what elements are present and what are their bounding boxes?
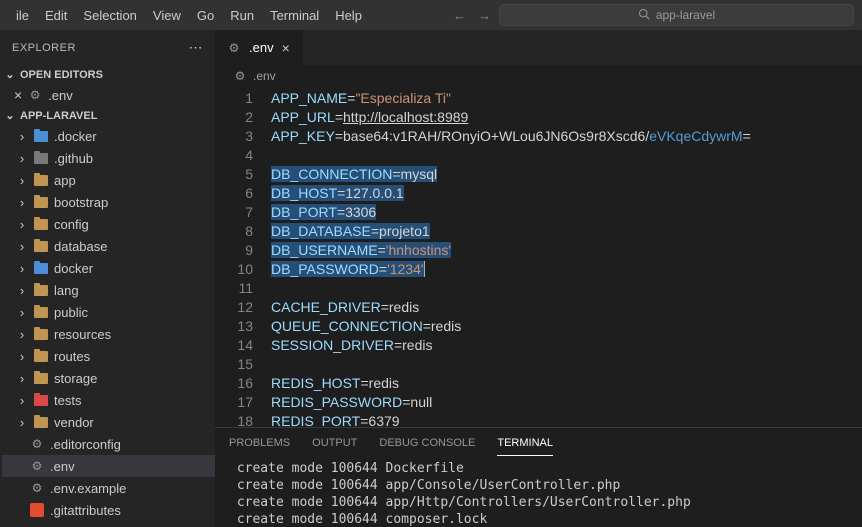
chevron-right-icon: › [16,261,28,276]
panel-tab[interactable]: PROBLEMS [229,431,290,455]
tree-folder[interactable]: ›docker [2,257,215,279]
command-center[interactable]: app-laravel [499,4,854,26]
git-icon [30,503,44,517]
chevron-right-icon: › [16,151,28,166]
chevron-right-icon: › [16,305,28,320]
tree-file[interactable]: ⚙.editorconfig [2,433,215,455]
workspace-section[interactable]: ⌄ APP-LARAVEL [0,106,215,125]
folder-icon [34,395,48,406]
nav-arrows: ← → [453,8,491,23]
search-icon [638,8,650,23]
folder-icon [34,285,48,296]
close-icon[interactable]: × [282,40,290,56]
gear-icon: ⚙ [28,88,42,102]
chevron-right-icon: › [16,217,28,232]
folder-icon [34,131,48,142]
gear-icon: ⚙ [227,41,241,55]
open-editor-item[interactable]: × ⚙ .env [0,84,215,106]
folder-icon [34,263,48,274]
editor-tabbar: ⚙ .env × [215,30,862,65]
menu-item[interactable]: Selection [75,0,144,30]
tree-folder[interactable]: ›tests [2,389,215,411]
bottom-panel: PROBLEMS OUTPUT DEBUG CONSOLE TERMINAL crea… [215,427,862,527]
gear-icon: ⚙ [30,481,44,495]
folder-icon [34,329,48,340]
explorer-title: EXPLORER [12,42,76,54]
tree-folder[interactable]: ›.docker [2,125,215,147]
tree-folder[interactable]: ›routes [2,345,215,367]
chevron-down-icon: ⌄ [4,68,16,81]
search-text: app-laravel [656,8,715,22]
folder-icon [34,241,48,252]
panel-tab[interactable]: TERMINAL [497,431,553,456]
tree-file[interactable]: ⚙.env [2,455,215,477]
folder-icon [34,417,48,428]
chevron-right-icon: › [16,371,28,386]
tree-folder[interactable]: ›lang [2,279,215,301]
open-editors-section[interactable]: ⌄ OPEN EDITORS [0,65,215,84]
tree-folder[interactable]: ›database [2,235,215,257]
menu-item[interactable]: Terminal [262,0,327,30]
nav-forward-icon[interactable]: → [478,8,491,23]
tree-folder[interactable]: ›public [2,301,215,323]
chevron-right-icon: › [16,393,28,408]
more-icon[interactable]: ⋯ [189,39,204,56]
tree-folder[interactable]: ›storage [2,367,215,389]
tree-folder[interactable]: ›.github [2,147,215,169]
panel-tab[interactable]: DEBUG CONSOLE [379,431,475,455]
tree-file[interactable]: ⚙.env.example [2,477,215,499]
sidebar: EXPLORER ⋯ ⌄ OPEN EDITORS × ⚙ .env ⌄ APP… [0,30,215,527]
chevron-right-icon: › [16,415,28,430]
folder-icon [34,175,48,186]
gear-icon: ⚙ [233,69,247,83]
chevron-down-icon: ⌄ [4,109,16,122]
menu-item[interactable]: ile [8,0,37,30]
folder-icon [34,197,48,208]
code-editor[interactable]: 123456789101112131415161718 APP_NAME="Es… [215,87,862,427]
close-icon[interactable]: × [14,87,22,103]
menu-item[interactable]: View [145,0,189,30]
tree-folder[interactable]: ›config [2,213,215,235]
menu-item[interactable]: Edit [37,0,75,30]
gear-icon: ⚙ [30,459,44,473]
chevron-right-icon: › [16,129,28,144]
menu-item[interactable]: Go [189,0,222,30]
tree-folder[interactable]: ›app [2,169,215,191]
chevron-right-icon: › [16,195,28,210]
folder-icon [34,373,48,384]
menubar: ileEditSelectionViewGoRunTerminalHelp ← … [0,0,862,30]
breadcrumb[interactable]: ⚙ .env [215,65,862,87]
menu-item[interactable]: Run [222,0,262,30]
menu-item[interactable]: Help [327,0,370,30]
tab-env[interactable]: ⚙ .env × [215,30,303,65]
chevron-right-icon: › [16,173,28,188]
folder-icon [34,351,48,362]
folder-icon [34,219,48,230]
tree-folder[interactable]: ›vendor [2,411,215,433]
chevron-right-icon: › [16,327,28,342]
chevron-right-icon: › [16,239,28,254]
folder-icon [34,153,48,164]
tree-file[interactable]: .gitattributes [2,499,215,521]
gear-icon: ⚙ [30,437,44,451]
terminal-output[interactable]: create mode 100644 Dockerfile create mod… [215,458,862,527]
tree-folder[interactable]: ›resources [2,323,215,345]
tree-folder[interactable]: ›bootstrap [2,191,215,213]
chevron-right-icon: › [16,349,28,364]
panel-tab[interactable]: OUTPUT [312,431,357,455]
folder-icon [34,307,48,318]
chevron-right-icon: › [16,283,28,298]
nav-back-icon[interactable]: ← [453,8,466,23]
